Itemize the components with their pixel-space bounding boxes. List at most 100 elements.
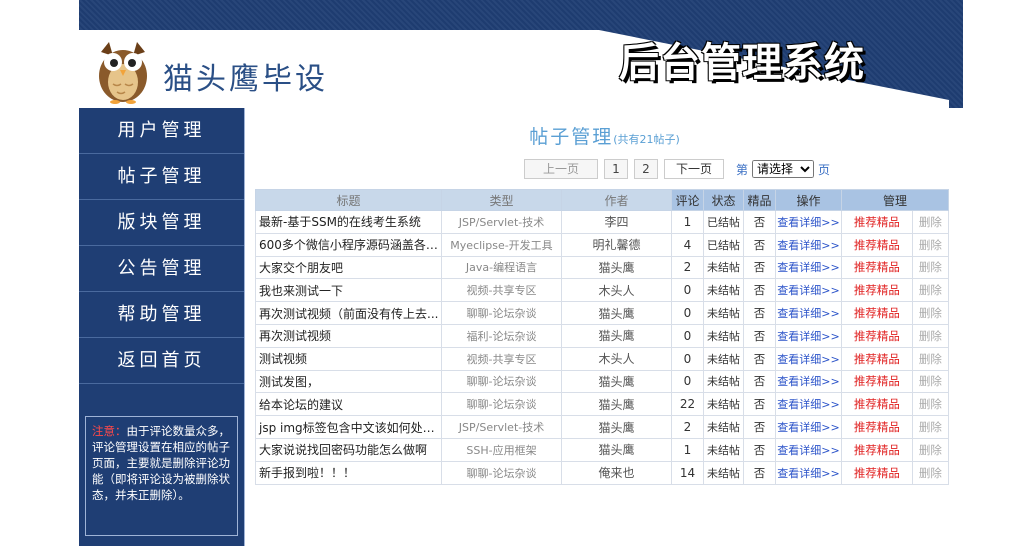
post-state-cell: 未结帖 (703, 301, 744, 325)
post-type-cell: Myeclipse-开发工具 (441, 232, 562, 257)
post-title-cell: 大家说说找回密码功能怎么做啊 (255, 437, 442, 462)
view-detail-link[interactable]: 查看详细>> (775, 301, 842, 325)
fine-flag-cell: 否 (743, 460, 776, 485)
recommend-fine-link[interactable]: 推荐精品 (841, 278, 913, 303)
post-author-cell: 木头人 (561, 278, 672, 303)
post-title-cell: 新手报到啦！！！ (255, 460, 442, 485)
admin-system-title: 后台管理系统 (619, 40, 865, 86)
post-title-cell: 大家交个朋友吧 (255, 255, 442, 280)
post-title-cell: 测试发图， (255, 369, 442, 394)
comment-count-cell: 2 (671, 415, 704, 439)
post-author-cell: 猫头鹰 (561, 301, 672, 325)
post-state-cell: 未结帖 (703, 415, 744, 439)
post-title-cell: 600多个微信小程序源码涵盖各个... (255, 232, 442, 257)
recommend-fine-link[interactable]: 推荐精品 (841, 415, 913, 439)
post-type-cell: JSP/Servlet-技术 (441, 210, 562, 234)
fine-flag-cell: 否 (743, 255, 776, 280)
delete-link[interactable]: 删除 (911, 415, 950, 439)
recommend-fine-link[interactable]: 推荐精品 (841, 346, 913, 371)
post-state-cell: 未结帖 (703, 346, 744, 371)
delete-link[interactable]: 删除 (911, 278, 950, 303)
posts-table: 标题 类型 作者 评论 状态 精品 操作 管理 最新-基于SSM的在线考生系统 J… (255, 189, 950, 485)
post-type-cell: 视频-共享专区 (441, 346, 562, 371)
post-state-cell: 未结帖 (703, 278, 744, 303)
view-detail-link[interactable]: 查看详细>> (775, 210, 842, 234)
sidebar-item-announcements[interactable]: 公告管理 (79, 246, 244, 292)
fine-flag-cell: 否 (743, 415, 776, 439)
col-comments: 评论 (671, 189, 704, 211)
post-author-cell: 猫头鹰 (561, 369, 672, 394)
sidebar: 用户管理 帖子管理 版块管理 公告管理 帮助管理 返回首页 注意：由于评论数量众… (79, 108, 244, 546)
view-detail-link[interactable]: 查看详细>> (775, 460, 842, 485)
prev-page-button[interactable]: 上一页 (524, 159, 598, 179)
recommend-fine-link[interactable]: 推荐精品 (841, 323, 913, 348)
table-row: 再次测试视频（前面没有传上去... 聊聊-论坛杂谈 猫头鹰 0 未结帖否查看详细>> 推荐… (255, 301, 950, 325)
post-author-cell: 猫头鹰 (561, 437, 672, 462)
post-title-cell: 给本论坛的建议 (255, 392, 442, 417)
sidebar-item-boards[interactable]: 版块管理 (79, 200, 244, 246)
view-detail-link[interactable]: 查看详细>> (775, 323, 842, 348)
post-state-cell: 未结帖 (703, 460, 744, 485)
delete-link[interactable]: 删除 (911, 369, 950, 394)
fine-flag-cell: 否 (743, 210, 776, 234)
post-state-cell: 未结帖 (703, 255, 744, 280)
main-content: 帖子管理(共有21帖子) 上一页 1 2 下一页 第 请选择 页 标题 类型 作… (244, 108, 963, 546)
post-type-cell: 福利-论坛杂谈 (441, 323, 562, 348)
recommend-fine-link[interactable]: 推荐精品 (841, 210, 913, 234)
post-author-cell: 猫头鹰 (561, 392, 672, 417)
view-detail-link[interactable]: 查看详细>> (775, 232, 842, 257)
view-detail-link[interactable]: 查看详细>> (775, 369, 842, 394)
sidebar-item-help[interactable]: 帮助管理 (79, 292, 244, 338)
view-detail-link[interactable]: 查看详细>> (775, 415, 842, 439)
view-detail-link[interactable]: 查看详细>> (775, 255, 842, 280)
delete-link[interactable]: 删除 (911, 460, 950, 485)
fine-flag-cell: 否 (743, 369, 776, 394)
recommend-fine-link[interactable]: 推荐精品 (841, 460, 913, 485)
post-state-cell: 未结帖 (703, 392, 744, 417)
page-select[interactable]: 请选择 (752, 160, 815, 178)
table-row: 测试视频 视频-共享专区 木头人 0 未结帖否查看详细>> 推荐精品 删除 (255, 346, 950, 371)
comment-count-cell: 0 (671, 323, 704, 348)
recommend-fine-link[interactable]: 推荐精品 (841, 437, 913, 462)
sidebar-item-home[interactable]: 返回首页 (79, 338, 244, 384)
delete-link[interactable]: 删除 (911, 323, 950, 348)
comment-count-cell: 1 (671, 437, 704, 462)
comment-count-cell: 14 (671, 460, 704, 485)
col-manage: 管理 (841, 189, 949, 211)
post-state-cell: 未结帖 (703, 369, 744, 394)
view-detail-link[interactable]: 查看详细>> (775, 278, 842, 303)
post-state-cell: 已结帖 (703, 232, 744, 257)
view-detail-link[interactable]: 查看详细>> (775, 392, 842, 417)
fine-flag-cell: 否 (743, 437, 776, 462)
post-type-cell: 聊聊-论坛杂谈 (441, 460, 562, 485)
post-count: (共有21帖子) (613, 133, 680, 146)
recommend-fine-link[interactable]: 推荐精品 (841, 392, 913, 417)
owl-logo-icon (99, 42, 147, 104)
fine-flag-cell: 否 (743, 232, 776, 257)
delete-link[interactable]: 删除 (911, 301, 950, 325)
delete-link[interactable]: 删除 (911, 232, 950, 257)
delete-link[interactable]: 删除 (911, 437, 950, 462)
page-2-button[interactable]: 2 (634, 159, 658, 179)
view-detail-link[interactable]: 查看详细>> (775, 437, 842, 462)
recommend-fine-link[interactable]: 推荐精品 (841, 255, 913, 280)
post-type-cell: 聊聊-论坛杂谈 (441, 301, 562, 325)
page-1-button[interactable]: 1 (604, 159, 628, 179)
recommend-fine-link[interactable]: 推荐精品 (841, 301, 913, 325)
delete-link[interactable]: 删除 (911, 346, 950, 371)
post-title-cell: 我也来测试一下 (255, 278, 442, 303)
delete-link[interactable]: 删除 (911, 392, 950, 417)
post-type-cell: 聊聊-论坛杂谈 (441, 392, 562, 417)
delete-link[interactable]: 删除 (911, 210, 950, 234)
table-row: 大家说说找回密码功能怎么做啊 SSH-应用框架 猫头鹰 1 未结帖否查看详细>> 推荐精品… (255, 437, 950, 462)
view-detail-link[interactable]: 查看详细>> (775, 346, 842, 371)
recommend-fine-link[interactable]: 推荐精品 (841, 232, 913, 257)
sidebar-item-posts[interactable]: 帖子管理 (79, 154, 244, 200)
next-page-button[interactable]: 下一页 (664, 159, 724, 179)
delete-link[interactable]: 删除 (911, 255, 950, 280)
post-state-cell: 未结帖 (703, 323, 744, 348)
recommend-fine-link[interactable]: 推荐精品 (841, 369, 913, 394)
sidebar-item-users[interactable]: 用户管理 (79, 108, 244, 154)
table-row: 大家交个朋友吧 Java-编程语言 猫头鹰 2 未结帖否查看详细>> 推荐精品 删除 (255, 255, 950, 280)
col-fine: 精品 (743, 189, 776, 211)
